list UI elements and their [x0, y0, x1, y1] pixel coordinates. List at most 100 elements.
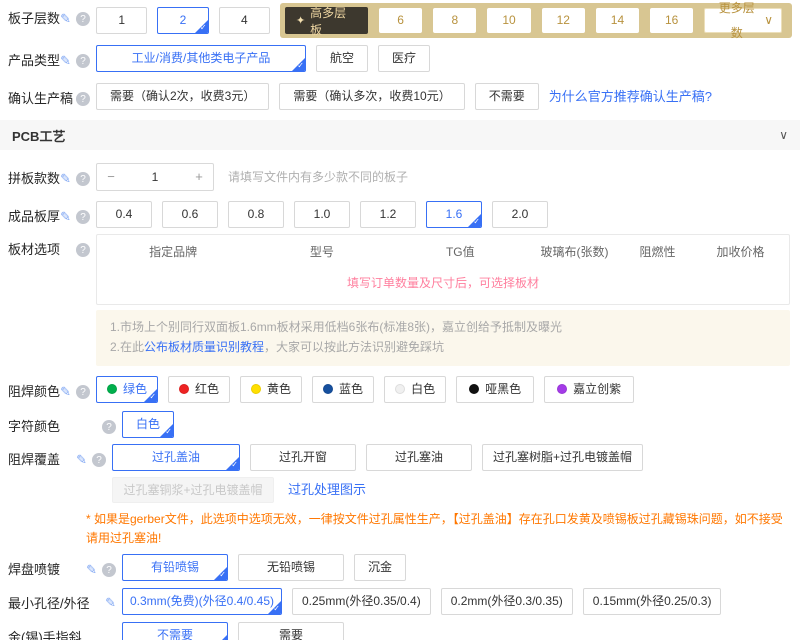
option-thickness-1.6[interactable]: 1.6	[426, 201, 482, 228]
confirm-draft-label: 确认生产稿	[8, 83, 60, 107]
material-guide-link[interactable]: 公布板材质量识别教程	[144, 340, 264, 354]
option-thickness-0.8[interactable]: 0.8	[228, 201, 284, 228]
option-hole-0.2mm[interactable]: 0.2mm(外径0.3/0.35)	[441, 588, 573, 615]
multilayer-strip: ✦ 高多层板 6 8 10 12 14 16 更多层数 ∨	[280, 3, 792, 38]
panel-count-hint: 请填写文件内有多少款不同的板子	[228, 163, 408, 191]
thickness-label: 成品板厚	[8, 201, 60, 225]
panel-count-value[interactable]: 1	[125, 164, 185, 190]
option-color-jlc-purple[interactable]: 嘉立创紫	[544, 376, 634, 403]
blue-color-dot	[323, 384, 333, 394]
option-confirm-none[interactable]: 不需要	[475, 83, 539, 110]
panel-count-label: 拼板款数	[8, 163, 60, 187]
white-color-dot	[395, 384, 405, 394]
option-confirm-multi[interactable]: 需要（确认多次，收费10元）	[279, 83, 464, 110]
option-layers-4[interactable]: 4	[219, 7, 270, 34]
option-color-green[interactable]: 绿色	[96, 376, 158, 403]
material-col-tg: TG值	[395, 243, 526, 260]
help-icon[interactable]: ?	[76, 385, 90, 399]
help-icon[interactable]: ?	[76, 54, 90, 68]
help-icon[interactable]: ?	[92, 453, 106, 467]
pcb-order-form: 板子层数 ✎ ? 1 2 4 ✦ 高多层板 6 8 10 12 14 16 更多…	[0, 0, 800, 640]
gold-finger-label: 金(锡)手指斜边	[8, 622, 86, 640]
option-thickness-1.0[interactable]: 1.0	[294, 201, 350, 228]
edit-icon[interactable]: ✎	[60, 55, 71, 67]
row-product-type: 产品类型 ✎ ? 工业/消费/其他类电子产品 航空 医疗	[8, 45, 792, 72]
option-confirm-twice[interactable]: 需要（确认2次，收费3元）	[96, 83, 269, 110]
row-thickness: 成品板厚 ✎ ? 0.4 0.6 0.8 1.0 1.2 1.6 2.0	[8, 201, 792, 228]
more-layers-button[interactable]: 更多层数 ∨	[704, 8, 782, 33]
option-layers-8[interactable]: 8	[433, 8, 476, 33]
row-silk-color: 字符颜色 ? 白色	[8, 411, 792, 438]
option-via-opened[interactable]: 过孔开窗	[250, 444, 356, 471]
option-via-plugged[interactable]: 过孔塞油	[366, 444, 472, 471]
option-hole-0.15mm[interactable]: 0.15mm(外径0.25/0.3)	[583, 588, 722, 615]
row-surface-finish: 焊盘喷镀 ✎ ? 有铅喷锡 无铅喷锡 沉金	[8, 554, 792, 581]
why-confirm-link[interactable]: 为什么官方推荐确认生产稿?	[549, 83, 712, 110]
option-hole-0.3mm[interactable]: 0.3mm(免费)(外径0.4/0.45)	[122, 588, 282, 615]
option-layers-1[interactable]: 1	[96, 7, 147, 34]
edit-icon[interactable]: ✎	[86, 564, 97, 576]
material-col-price: 加收价格	[692, 243, 789, 260]
help-icon[interactable]: ?	[76, 172, 90, 186]
option-layers-12[interactable]: 12	[542, 8, 585, 33]
panel-count-stepper: − 1 +	[96, 163, 214, 191]
row-gold-finger-bevel: 金(锡)手指斜边 ✎ ? 不需要 需要	[8, 622, 792, 640]
option-color-red[interactable]: 红色	[168, 376, 230, 403]
option-via-tented[interactable]: 过孔盖油	[112, 444, 240, 471]
collapse-chevron-icon[interactable]: ∨	[779, 128, 788, 142]
option-finish-hasl-lead[interactable]: 有铅喷锡	[122, 554, 228, 581]
option-thickness-2.0[interactable]: 2.0	[492, 201, 548, 228]
help-icon[interactable]: ?	[102, 420, 116, 434]
via-diagram-link[interactable]: 过孔处理图示	[288, 477, 366, 503]
edit-icon[interactable]: ✎	[76, 454, 87, 466]
help-icon[interactable]: ?	[76, 12, 90, 26]
option-finish-hasl-leadfree[interactable]: 无铅喷锡	[238, 554, 344, 581]
row-panel-count: 拼板款数 ✎ ? − 1 + 请填写文件内有多少款不同的板子	[8, 163, 792, 191]
option-color-matte-black[interactable]: 哑黑色	[456, 376, 534, 403]
red-color-dot	[179, 384, 189, 394]
row-confirm-draft: 确认生产稿 ? 需要（确认2次，收费3元） 需要（确认多次，收费10元） 不需要…	[8, 83, 792, 110]
material-table: 指定品牌 型号 TG值 玻璃布(张数) 阻燃性 加收价格 填写订单数量及尺寸后，…	[96, 234, 790, 305]
option-product-aviation[interactable]: 航空	[316, 45, 368, 72]
product-type-label: 产品类型	[8, 45, 60, 69]
via-cover-warning: * 如果是gerber文件，此选项中选项无效，一律按文件过孔属性生产，【过孔盖油…	[86, 510, 792, 548]
help-icon[interactable]: ?	[102, 563, 116, 577]
help-icon[interactable]: ?	[76, 243, 90, 257]
option-bevel-no[interactable]: 不需要	[122, 622, 228, 640]
option-silk-white[interactable]: 白色	[122, 411, 174, 438]
edit-icon[interactable]: ✎	[60, 13, 71, 25]
edit-icon[interactable]: ✎	[105, 597, 116, 609]
option-color-blue[interactable]: 蓝色	[312, 376, 374, 403]
min-hole-label: 最小孔径/外径	[8, 588, 86, 612]
option-thickness-0.6[interactable]: 0.6	[162, 201, 218, 228]
material-col-brand: 指定品牌	[97, 243, 249, 260]
option-color-white[interactable]: 白色	[384, 376, 446, 403]
option-color-yellow[interactable]: 黄色	[240, 376, 302, 403]
option-via-epoxy-capped[interactable]: 过孔塞树脂+过孔电镀盖帽	[482, 444, 643, 471]
option-layers-2[interactable]: 2	[157, 7, 208, 34]
option-finish-enig[interactable]: 沉金	[354, 554, 406, 581]
option-layers-16[interactable]: 16	[650, 8, 693, 33]
board-layers-label: 板子层数	[8, 3, 60, 27]
help-icon[interactable]: ?	[76, 92, 90, 106]
edit-icon[interactable]: ✎	[60, 173, 71, 185]
stepper-plus-button[interactable]: +	[185, 164, 213, 190]
option-thickness-1.2[interactable]: 1.2	[360, 201, 416, 228]
row-min-hole: 最小孔径/外径 ✎ 0.3mm(免费)(外径0.4/0.45) 0.25mm(外…	[8, 588, 792, 615]
multilayer-badge[interactable]: ✦ 高多层板	[285, 7, 368, 34]
option-hole-0.25mm[interactable]: 0.25mm(外径0.35/0.4)	[292, 588, 431, 615]
option-thickness-0.4[interactable]: 0.4	[96, 201, 152, 228]
option-product-industrial[interactable]: 工业/消费/其他类电子产品	[96, 45, 306, 72]
stepper-minus-button[interactable]: −	[97, 164, 125, 190]
help-icon[interactable]: ?	[76, 210, 90, 224]
edit-icon[interactable]: ✎	[60, 386, 71, 398]
option-layers-10[interactable]: 10	[487, 8, 530, 33]
section-title: PCB工艺	[12, 126, 65, 145]
green-color-dot	[107, 384, 117, 394]
edit-icon[interactable]: ✎	[60, 211, 71, 223]
material-col-flame: 阻燃性	[623, 243, 692, 260]
option-product-medical[interactable]: 医疗	[378, 45, 430, 72]
option-bevel-yes[interactable]: 需要	[238, 622, 344, 640]
option-layers-6[interactable]: 6	[379, 8, 422, 33]
option-layers-14[interactable]: 14	[596, 8, 639, 33]
